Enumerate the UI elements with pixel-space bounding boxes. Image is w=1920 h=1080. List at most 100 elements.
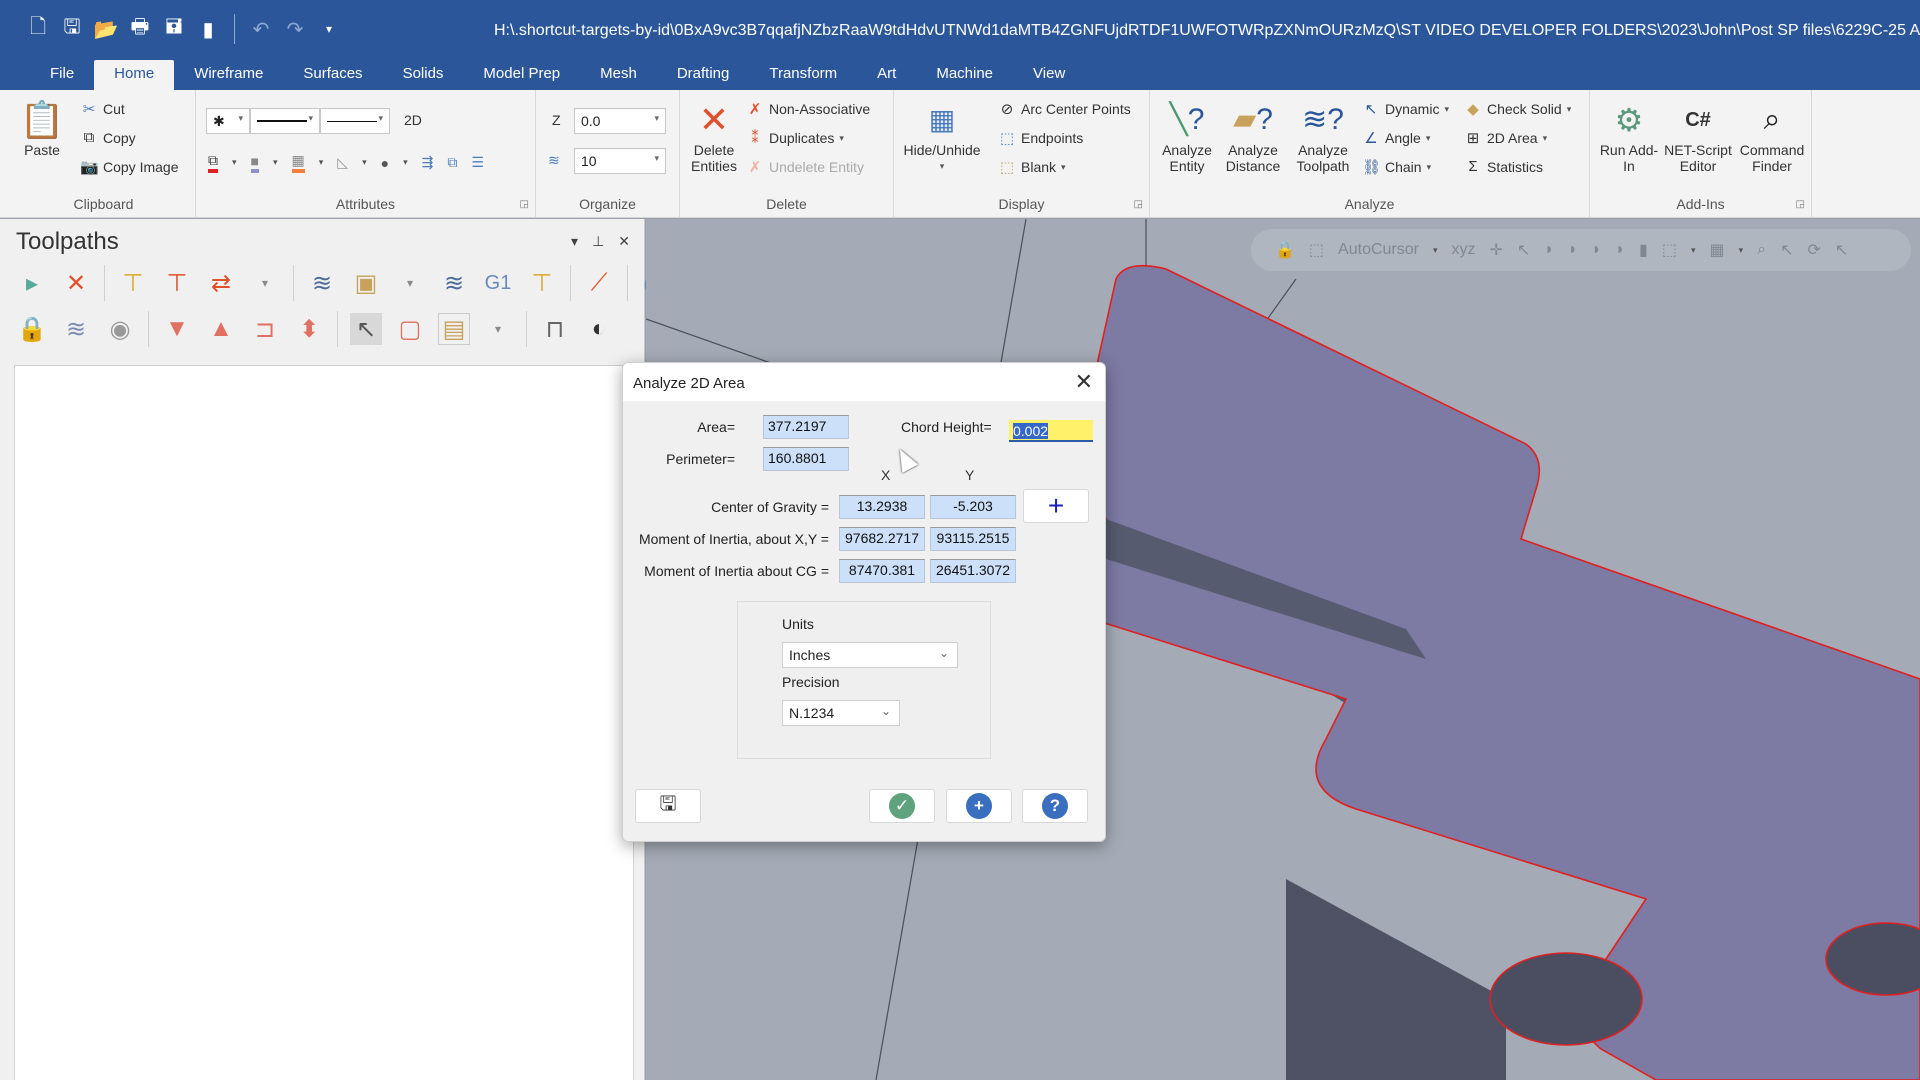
dialog-launcher-icon[interactable]: ◲ [520,199,529,210]
ok-button[interactable]: ✓ [869,789,935,823]
net-script-editor-button[interactable]: C# NET-Script Editor [1662,98,1734,174]
help-button[interactable]: ? [1022,789,1088,823]
non-associative-button[interactable]: ✗ Non-Associative [746,100,870,118]
post-selected-icon[interactable]: ⊤ [526,267,558,299]
tab-file[interactable]: File [30,60,94,90]
line-attributes-icon[interactable]: ☰ [471,154,484,171]
customize-icon[interactable]: ▾ [317,17,341,41]
save-as-icon[interactable]: 🖬 [162,16,186,41]
face-select-icon[interactable]: ◗ [1568,241,1578,259]
undelete-entity-button[interactable]: ✗ Undelete Entity [746,158,864,176]
high-feed-icon[interactable]: ⟋ [583,267,615,299]
autocursor-label[interactable]: AutoCursor [1338,241,1419,259]
moi-y-field[interactable]: 93115.2515 [930,527,1016,551]
move-down-icon[interactable]: ▼ [161,313,193,345]
dropdown-icon[interactable]: ▾ [482,313,514,345]
tab-transform[interactable]: Transform [749,60,857,90]
pin-icon[interactable]: ⊥ [592,233,604,250]
tab-wireframe[interactable]: Wireframe [174,60,283,90]
post-g1-icon[interactable]: G1 [482,267,514,299]
solid-select-icon[interactable]: ◗ [1544,241,1554,259]
cut-button[interactable]: ✂ Cut [80,100,125,118]
tab-surfaces[interactable]: Surfaces [283,60,382,90]
insert-after-icon[interactable]: ⊐ [249,313,281,345]
delete-entities-button[interactable]: ✕ Delete Entities [688,98,740,175]
command-finder-button[interactable]: ⌕ Command Finder [1736,98,1808,175]
rotate-icon[interactable]: ⟳ [1808,240,1821,260]
chord-height-input[interactable]: 0.002 [1009,420,1093,442]
move-up-icon[interactable]: ▲ [205,313,237,345]
cursor-plus-icon[interactable]: ↖ [1835,240,1848,260]
lock-icon[interactable]: 🔒 [16,313,48,345]
arc-center-points-button[interactable]: ⊘ Arc Center Points [998,100,1131,118]
angle-button[interactable]: ∠ Angle ▾ [1362,129,1430,147]
tab-model-prep[interactable]: Model Prep [463,60,580,90]
select-all-icon[interactable]: ▸ [16,267,48,299]
analyze-entity-button[interactable]: ╲? Analyze Entity [1158,98,1216,175]
tab-solids[interactable]: Solids [383,60,464,90]
endpoints-button[interactable]: ⬚ Endpoints [998,129,1083,147]
tab-home[interactable]: Home [94,60,175,90]
dialog-launcher-icon[interactable]: ◲ [1796,199,1805,210]
2d-3d-toggle[interactable]: 2D [404,112,422,128]
check-solid-button[interactable]: ◆ Check Solid ▾ [1464,100,1571,118]
window-select-icon[interactable]: ⬚ [1662,240,1677,260]
select-cursor-icon[interactable]: ↖ [350,313,382,345]
line-width-select[interactable]: ▾ [320,108,390,134]
2d-area-button[interactable]: ⊞ 2D Area ▾ [1464,129,1547,147]
moi-cg-y-field[interactable]: 26451.3072 [930,559,1016,583]
toolpaths-tree[interactable] [14,365,634,1080]
tab-art[interactable]: Art [857,60,916,90]
ghost-icon[interactable]: ◉ [104,313,136,345]
cog-y-field[interactable]: -5.203 [930,495,1016,519]
paste-button[interactable]: 📋 Paste [20,98,65,159]
insert-arrow-icon[interactable]: ⬍ [293,313,325,345]
tab-mesh[interactable]: Mesh [580,60,657,90]
units-select[interactable]: Inches ⌄ [782,642,958,668]
dropdown-icon[interactable]: ▾ [249,267,281,299]
xyz-icon[interactable]: xyz [1452,241,1476,259]
regenerate-dirty-icon[interactable]: ⊤ [161,267,193,299]
merge-icon[interactable]: ▮ [196,17,220,41]
material-icon[interactable]: ◺ [337,154,348,171]
precision-select[interactable]: N.1234 ⌄ [782,700,900,726]
cog-x-field[interactable]: 13.2938 [839,495,925,519]
machine-icon[interactable]: ⊓ [539,313,571,345]
close-icon[interactable]: ✕ [618,233,630,250]
statistics-button[interactable]: Σ Statistics [1464,158,1543,175]
verify-icon[interactable]: ▣ [350,267,382,299]
surface-color-icon[interactable]: ▦ [291,152,305,173]
print-icon[interactable]: 🖶 [128,16,152,41]
tab-view[interactable]: View [1013,60,1085,90]
backplot-icon[interactable]: ≋ [306,267,338,299]
apply-button[interactable]: + [946,789,1012,823]
sphere-icon[interactable]: ● [381,155,389,171]
regenerate-icon[interactable]: ⊤ [117,267,149,299]
body-select-icon[interactable]: ◗ [1592,241,1602,259]
copy-button[interactable]: ⧉ Copy [80,129,136,146]
deselect-all-icon[interactable]: ✕ [60,267,92,299]
perimeter-field[interactable]: 160.8801 [763,447,849,471]
line-style-select[interactable]: ▾ [250,108,320,134]
clear-attributes-icon[interactable]: ⧉ [447,154,457,171]
z-depth-input[interactable]: 0.0 ▾ [574,108,666,134]
dynamic-button[interactable]: ↖ Dynamic ▾ [1362,100,1449,118]
show-center-of-gravity-button[interactable]: + [1023,489,1089,523]
dropdown-icon[interactable]: ▾ [394,267,426,299]
select-icon[interactable]: ↖ [1517,240,1530,260]
set-attributes-icon[interactable]: ⇶ [422,154,434,171]
simulate-icon[interactable]: ≋ [438,267,470,299]
moi-x-field[interactable]: 97682.2717 [839,527,925,551]
dialog-launcher-icon[interactable]: ◲ [1134,199,1143,210]
blank-button[interactable]: ⬚ Blank ▾ [998,158,1066,176]
verify-select-icon[interactable]: ▮ [1639,240,1648,260]
reorder-icon[interactable]: ⇄ [205,267,237,299]
run-addin-button[interactable]: ⚙ Run Add-In [1598,98,1660,174]
autocursor-icon[interactable]: ⬚ [1309,240,1324,260]
tab-drafting[interactable]: Drafting [657,60,750,90]
point-style-select[interactable]: ✱ ▾ [206,108,250,134]
solid-color-icon[interactable]: ■ [250,153,259,173]
close-icon[interactable]: ✕ [1075,369,1093,395]
moi-cg-x-field[interactable]: 87470.381 [839,559,925,583]
copy-image-button[interactable]: 📷 Copy Image [80,158,178,176]
